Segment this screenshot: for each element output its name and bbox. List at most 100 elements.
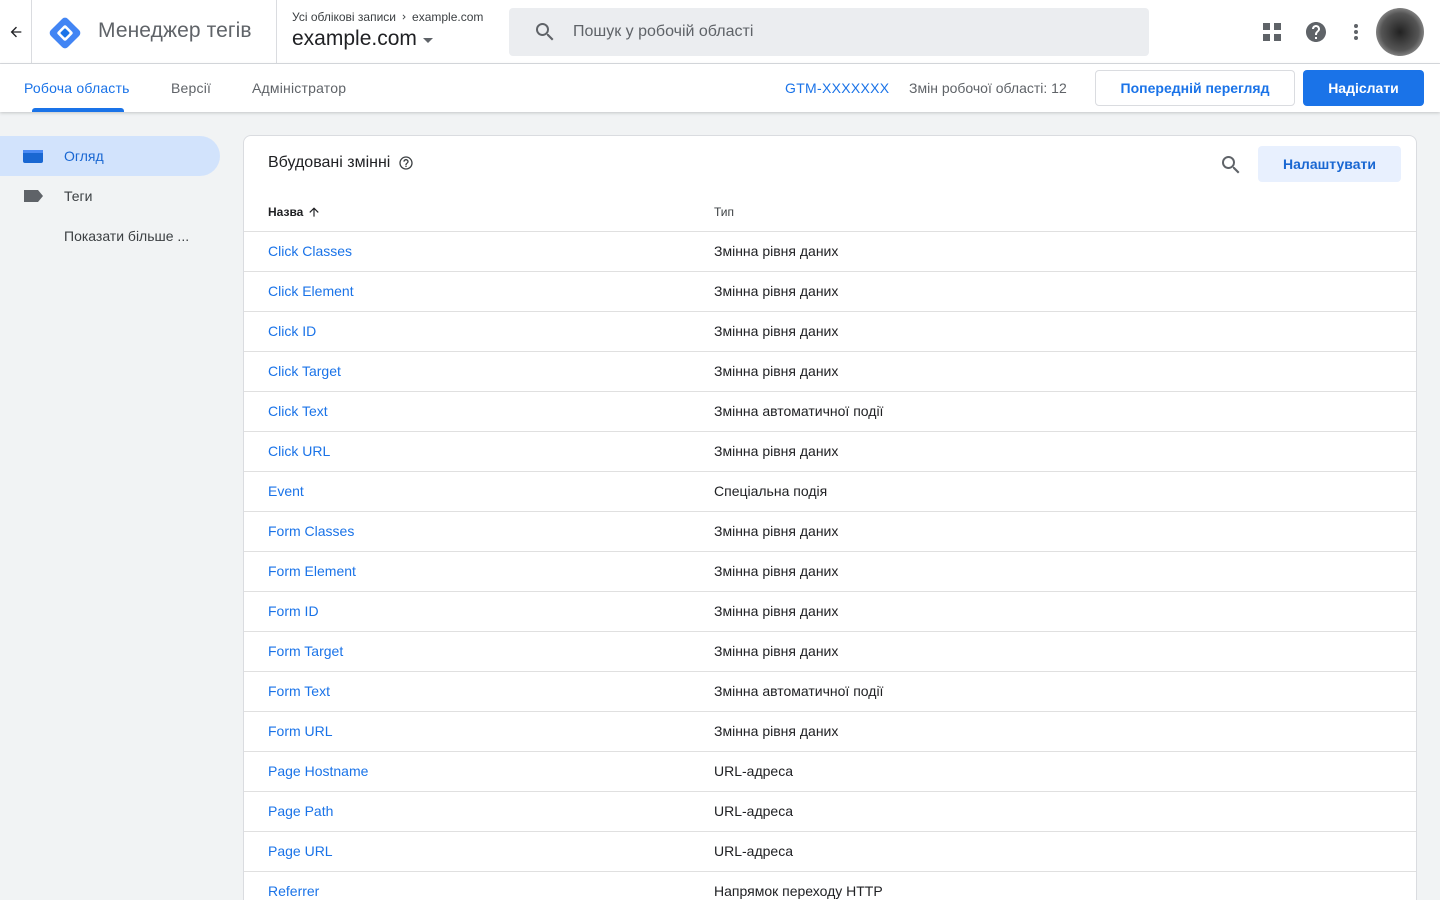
sidebar-item-label: Огляд — [64, 148, 104, 164]
table-row: Form Text Змінна автоматичної події — [244, 671, 1416, 711]
header-divider — [276, 0, 277, 64]
table-row: Form Classes Змінна рівня даних — [244, 511, 1416, 551]
product-name: Менеджер тегів — [98, 19, 252, 42]
table-row: Form ID Змінна рівня даних — [244, 591, 1416, 631]
table-row: Form Element Змінна рівня даних — [244, 551, 1416, 591]
app-bar: Менеджер тегів Усі облікові записи examp… — [0, 0, 1440, 64]
container-selector[interactable]: example.com — [292, 27, 433, 51]
variable-type: URL-адреса — [714, 803, 793, 819]
help-outline-icon[interactable] — [398, 155, 414, 171]
submit-button[interactable]: Надіслати — [1303, 70, 1424, 106]
variable-type: Змінна рівня даних — [714, 323, 839, 339]
variable-name-link[interactable]: Page Path — [268, 803, 333, 819]
dropdown-caret-icon — [422, 38, 433, 43]
variable-type: Змінна автоматичної події — [714, 403, 884, 419]
table-row: Click Text Змінна автоматичної події — [244, 391, 1416, 431]
table-row: Click ID Змінна рівня даних — [244, 311, 1416, 351]
variable-name-link[interactable]: Click URL — [268, 443, 330, 459]
search-icon — [536, 23, 554, 41]
variable-type: Змінна рівня даних — [714, 563, 839, 579]
table-row: Click URL Змінна рівня даних — [244, 431, 1416, 471]
more-vert-icon — [1354, 24, 1358, 40]
sidebar-show-more[interactable]: Показати більше ... — [0, 216, 220, 256]
column-header-name-label: Назва — [268, 205, 304, 219]
variable-type: Змінна рівня даних — [714, 243, 839, 259]
table-row: Page URL URL-адреса — [244, 831, 1416, 871]
sort-ascending-icon — [309, 207, 320, 217]
help-icon — [1306, 22, 1326, 42]
workspace-changes-count: Змін робочої області: 12 — [909, 80, 1067, 96]
card-title-text: Вбудовані змінні — [268, 154, 391, 171]
variable-type: Змінна автоматичної події — [714, 683, 884, 699]
account-avatar[interactable] — [1376, 8, 1424, 56]
back-button[interactable] — [0, 0, 32, 64]
tab-workspace[interactable]: Робоча область — [24, 64, 130, 112]
variable-name-link[interactable]: Form Classes — [268, 523, 354, 539]
variable-name-link[interactable]: Click Classes — [268, 243, 352, 259]
column-header-type[interactable]: Тип — [714, 205, 734, 219]
variable-type: URL-адреса — [714, 763, 793, 779]
variable-name-link[interactable]: Click ID — [268, 323, 316, 339]
variable-name-link[interactable]: Click Text — [268, 403, 328, 419]
variable-name-link[interactable]: Form ID — [268, 603, 319, 619]
workspace-search[interactable] — [509, 8, 1149, 56]
variable-name-link[interactable]: Click Element — [268, 283, 354, 299]
variable-type: Змінна рівня даних — [714, 643, 839, 659]
arrow-back-icon — [10, 26, 21, 38]
overview-folder-icon — [22, 148, 46, 164]
tab-versions[interactable]: Версії — [171, 64, 211, 112]
variable-type: URL-адреса — [714, 843, 793, 859]
variable-type: Змінна рівня даних — [714, 283, 839, 299]
variable-type: Змінна рівня даних — [714, 443, 839, 459]
variable-name-link[interactable]: Form URL — [268, 723, 333, 739]
card-title: Вбудовані змінні — [268, 154, 414, 172]
table-row: Page Hostname URL-адреса — [244, 751, 1416, 791]
variables-table-body: Click Classes Змінна рівня даних Click El… — [244, 231, 1416, 900]
variable-name-link[interactable]: Referrer — [268, 883, 319, 899]
help-button[interactable] — [1304, 20, 1328, 44]
tag-icon — [22, 189, 46, 203]
chevron-right-icon — [402, 14, 406, 20]
variable-name-link[interactable]: Event — [268, 483, 304, 499]
workspace-subnav: Робоча область Версії Адміністратор GTM-… — [0, 64, 1440, 112]
apps-button[interactable] — [1260, 20, 1284, 44]
variable-type: Змінна рівня даних — [714, 523, 839, 539]
table-row: Click Element Змінна рівня даних — [244, 271, 1416, 311]
preview-button[interactable]: Попередній перегляд — [1095, 70, 1295, 106]
variable-name-link[interactable]: Page Hostname — [268, 763, 368, 779]
account-breadcrumb[interactable]: Усі облікові записи example.com — [292, 10, 483, 24]
table-row: Click Target Змінна рівня даних — [244, 351, 1416, 391]
variable-type: Спеціальна подія — [714, 483, 828, 499]
sidebar-item-tags[interactable]: Теги — [0, 176, 220, 216]
variable-name-link[interactable]: Form Element — [268, 563, 356, 579]
table-row: Click Classes Змінна рівня даних — [244, 231, 1416, 271]
table-row: Referrer Напрямок переходу HTTP — [244, 871, 1416, 900]
variable-type: Змінна рівня даних — [714, 603, 839, 619]
tab-admin[interactable]: Адміністратор — [252, 64, 346, 112]
variable-type: Напрямок переходу HTTP — [714, 883, 883, 899]
search-input[interactable] — [573, 23, 1113, 41]
container-name: example.com — [292, 27, 417, 50]
breadcrumb-account[interactable]: example.com — [412, 10, 483, 24]
apps-grid-icon — [1263, 23, 1281, 41]
table-row: Event Спеціальна подія — [244, 471, 1416, 511]
breadcrumb-all-accounts[interactable]: Усі облікові записи — [292, 10, 396, 24]
active-tab-indicator — [32, 108, 124, 112]
configure-button[interactable]: Налаштувати — [1258, 146, 1401, 182]
tag-manager-logo-icon — [49, 17, 81, 49]
search-icon[interactable] — [1219, 153, 1243, 177]
variable-type: Змінна рівня даних — [714, 363, 839, 379]
table-row: Form URL Змінна рівня даних — [244, 711, 1416, 751]
column-header-name[interactable]: Назва — [268, 205, 321, 219]
variable-name-link[interactable]: Page URL — [268, 843, 333, 859]
table-row: Page Path URL-адреса — [244, 791, 1416, 831]
builtin-variables-card: Вбудовані змінні Налаштувати Назва Тип C… — [243, 135, 1417, 900]
table-row: Form Target Змінна рівня даних — [244, 631, 1416, 671]
variable-name-link[interactable]: Form Text — [268, 683, 330, 699]
container-id-link[interactable]: GTM-XXXXXXX — [785, 80, 889, 96]
more-options-button[interactable] — [1344, 20, 1368, 44]
variable-name-link[interactable]: Click Target — [268, 363, 341, 379]
sidebar-item-overview[interactable]: Огляд — [0, 136, 220, 176]
variable-type: Змінна рівня даних — [714, 723, 839, 739]
variable-name-link[interactable]: Form Target — [268, 643, 343, 659]
